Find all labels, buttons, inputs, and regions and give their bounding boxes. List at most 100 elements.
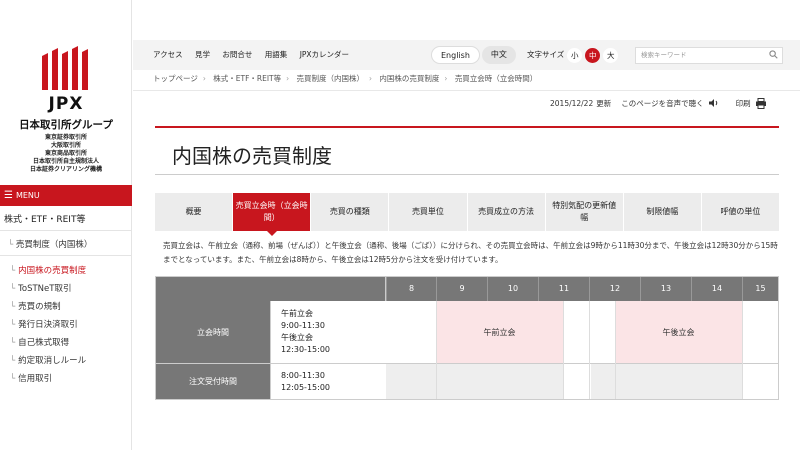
page-title: 内国株の売買制度 <box>172 144 332 168</box>
print-button[interactable]: 印刷 <box>736 98 751 109</box>
font-size-control: 文字サイズ 小 中 大 <box>527 40 619 70</box>
breadcrumb-current: 売買立会時（立会時間） <box>454 74 538 83</box>
font-size-label: 文字サイズ <box>527 50 565 59</box>
tab-tick-size[interactable]: 呼値の単位 <box>701 193 779 231</box>
link-glossary[interactable]: 用語集 <box>265 50 288 59</box>
breadcrumb-item[interactable]: 株式・ETF・REIT等 <box>213 74 281 83</box>
indent-icon: └ <box>10 356 16 366</box>
lang-english-button[interactable]: English <box>431 46 480 64</box>
sidebar-item-label: 約定取消しルール <box>18 356 87 366</box>
grid-line <box>436 301 437 399</box>
chevron-right-icon: › <box>444 74 448 83</box>
row-label-session: 立会時間 <box>156 301 270 363</box>
indent-icon: └ <box>8 240 16 250</box>
sidebar-item-label: 売買の規制 <box>18 302 61 312</box>
sidebar-item-label: 内国株の売買制度 <box>18 266 87 276</box>
sidebar-item-when-issued[interactable]: └ 発行日決済取引 <box>0 316 132 334</box>
hour-header: 14 <box>691 277 742 301</box>
tab-bar: 概要 売買立会時（立会時間） 売買の種類 売買単位 売買成立の方法 特別気配の更… <box>155 193 779 236</box>
sidebar-item-label: 信用取引 <box>18 374 53 384</box>
time-text: 8:00-11:30 <box>281 370 325 380</box>
time-text: 12:30-15:00 <box>281 345 330 354</box>
tab-trading-hours[interactable]: 売買立会時（立会時間） <box>233 193 311 236</box>
tab-special-quote[interactable]: 特別気配の更新値幅 <box>545 193 623 231</box>
font-size-medium-button[interactable]: 中 <box>585 47 601 63</box>
link-tour[interactable]: 見学 <box>195 50 210 59</box>
link-access[interactable]: アクセス <box>153 50 183 59</box>
chevron-right-icon: › <box>369 74 373 83</box>
hour-header: 13 <box>640 277 691 301</box>
page-tools: 2015/12/22 更新 このページを音声で聴く 印刷 <box>550 96 767 110</box>
indent-icon: └ <box>10 338 16 348</box>
subsidiary: 大阪取引所 <box>50 142 81 150</box>
sidebar-item-domestic-trading[interactable]: └ 内国株の売買制度 <box>0 262 132 280</box>
language-switcher: English 中文 <box>431 46 516 64</box>
listen-button[interactable]: このページを音声で聴く <box>621 98 703 109</box>
chevron-right-icon: › <box>286 74 290 83</box>
time-text: 9:00-11:30 <box>281 321 325 330</box>
tab-label: 特別気配の更新値幅 <box>552 201 617 222</box>
grid-line <box>589 301 590 399</box>
updated-date: 2015/12/22 <box>550 98 594 108</box>
breadcrumb: トップページ › 株式・ETF・REIT等 › 売買制度（内国株） › 内国株の売買制… <box>153 73 537 87</box>
lang-chinese-button[interactable]: 中文 <box>481 46 516 64</box>
breadcrumb-item[interactable]: 売買制度（内国株） <box>297 74 365 83</box>
divider <box>155 174 779 175</box>
indent-icon: └ <box>10 374 16 384</box>
jpx-logo[interactable]: JPX 日本取引所グループ 東京証券取引所 大阪取引所 東京商品取引所 日本取引… <box>0 0 132 182</box>
grid-line <box>742 301 743 399</box>
title-accent-line <box>155 126 779 128</box>
sidebar-item-margin-trading[interactable]: └ 信用取引 <box>0 370 132 388</box>
chevron-right-icon: › <box>202 74 206 83</box>
sidebar-item-label: 自己株式取得 <box>18 338 70 348</box>
sidebar-item-label: ToSTNeT取引 <box>18 284 72 294</box>
top-nav: アクセス 見学 お問合せ 用語集 JPXカレンダー English 中文 文字サ… <box>133 40 800 70</box>
description-text: 売買立会は、午前立会（通称、前場（ぜんば））と午後立会（通称、後場（ごば））に分… <box>163 241 778 264</box>
subsidiary: 東京証券取引所 <box>44 134 87 141</box>
sidebar-item-trade-cancel[interactable]: └ 約定取消しルール <box>0 352 132 370</box>
tab-trading-unit[interactable]: 売買単位 <box>389 193 467 231</box>
indent-icon: └ <box>10 284 16 294</box>
hour-header: 8 <box>386 277 436 301</box>
tab-price-limit[interactable]: 制限値幅 <box>623 193 701 231</box>
hour-header: 12 <box>589 277 640 301</box>
table-header-blank <box>156 277 386 301</box>
link-contact[interactable]: お問合せ <box>222 50 252 59</box>
breadcrumb-item[interactable]: 内国株の売買制度 <box>379 74 439 83</box>
tab-trade-types[interactable]: 売買の種類 <box>311 193 389 231</box>
pm-session-block: 午後立会 <box>615 301 742 363</box>
indent-icon: └ <box>10 266 16 276</box>
menu-button[interactable]: ☰ MENU <box>0 185 132 206</box>
logo-subsidiaries: 東京証券取引所 大阪取引所 東京商品取引所 日本取引所自主規制法人 日本証券クリ… <box>0 134 132 174</box>
indent-icon: └ <box>10 320 16 330</box>
printer-icon[interactable] <box>755 97 767 109</box>
sidebar-category[interactable]: 株式・ETF・REIT等 <box>0 209 132 231</box>
time-text: 午前立会 <box>281 309 313 318</box>
time-text: 12:05-15:00 <box>281 382 330 392</box>
sidebar-item-label: 発行日決済取引 <box>18 320 78 330</box>
sidebar-list: └ 内国株の売買制度 └ ToSTNeT取引 └ 売買の規制 └ 発行日決済取引 └ 自己… <box>0 262 132 388</box>
search-input[interactable]: 検索キーワード <box>635 47 783 64</box>
sidebar-item-tostnet[interactable]: └ ToSTNeT取引 <box>0 280 132 298</box>
divider <box>133 90 800 91</box>
speaker-icon[interactable] <box>708 98 720 108</box>
tab-label: 売買立会時（立会時間） <box>235 201 308 222</box>
sidebar-item-treasury-stock[interactable]: └ 自己株式取得 <box>0 334 132 352</box>
time-text: 午後立会 <box>281 333 313 342</box>
menu-label: MENU <box>15 191 40 200</box>
search-icon[interactable] <box>769 50 778 59</box>
sidebar-item-trading-regulation[interactable]: └ 売買の規制 <box>0 298 132 316</box>
font-size-small-button[interactable]: 小 <box>567 47 583 63</box>
tab-execution-method[interactable]: 売買成立の方法 <box>467 193 545 231</box>
search-placeholder: 検索キーワード <box>641 51 687 59</box>
sidebar-section[interactable]: └ 売買制度（内国株） <box>0 234 132 256</box>
font-size-large-button[interactable]: 大 <box>603 47 619 63</box>
grid-line <box>563 301 564 399</box>
tab-overview[interactable]: 概要 <box>155 193 233 231</box>
link-calendar[interactable]: JPXカレンダー <box>300 50 349 59</box>
sidebar-section-label: 売買制度（内国株） <box>15 240 93 250</box>
am-session-block: 午前立会 <box>436 301 563 363</box>
indent-icon: └ <box>10 302 16 312</box>
breadcrumb-item[interactable]: トップページ <box>153 74 198 83</box>
hour-header: 11 <box>538 277 589 301</box>
